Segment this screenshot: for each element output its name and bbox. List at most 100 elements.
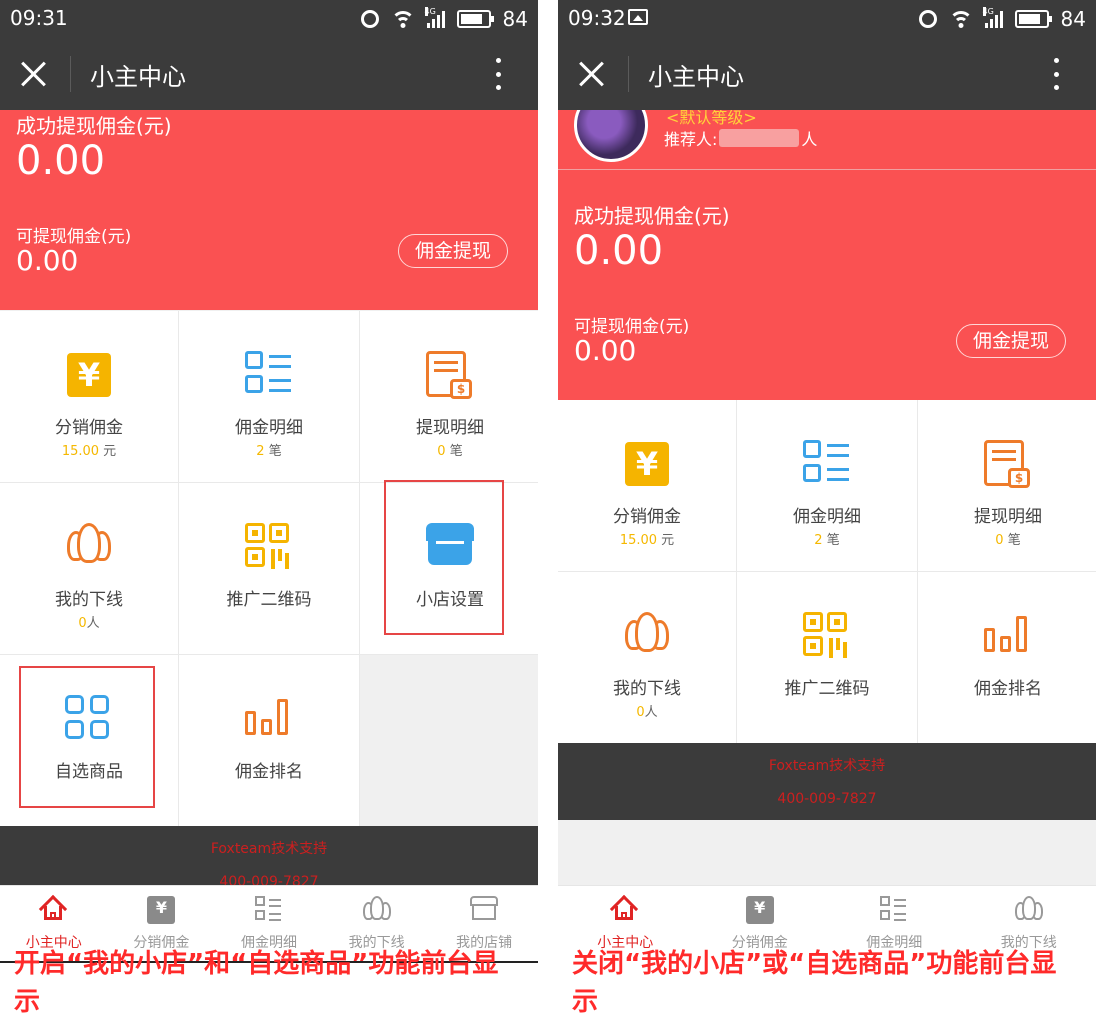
grid-item-withdraw-detail[interactable]: $ 提现明细 0 笔 (360, 311, 538, 482)
list-icon (803, 440, 851, 488)
function-grid: ¥ 分销佣金 15.00 元 佣金明细 2 笔 $ 提现明细 0 笔 我的下线 … (558, 400, 1096, 743)
referrer-suffix: 人 (801, 130, 818, 149)
grid-item-label: 分销佣金 (55, 418, 123, 438)
support-footer: Foxteam技术支持 400-009-7827 (558, 743, 1096, 820)
withdraw-document-icon: $ (984, 440, 1032, 488)
grid-item-label: 分销佣金 (613, 507, 681, 527)
yuan-icon: ¥ (623, 440, 671, 488)
highlight-box-shop-settings (384, 480, 504, 635)
scroll-content[interactable]: 成功提现佣金(元) 0.00 可提现佣金(元) 0.00 佣金提现 ¥ 分销佣金… (0, 110, 538, 885)
available-commission-value: 0.00 (16, 244, 79, 277)
support-text: Foxteam技术支持 (768, 758, 886, 774)
grid-item-label: 佣金排名 (974, 679, 1042, 699)
grid-item-label: 推广二维码 (226, 590, 312, 610)
grid-item-count: 0 笔 (995, 533, 1021, 548)
grid-item-label: 我的下线 (613, 679, 681, 699)
avatar[interactable] (574, 110, 648, 162)
more-menu-icon[interactable] (496, 58, 502, 90)
grid-item-label: 佣金排名 (235, 762, 303, 782)
grid-item-count: 2 笔 (814, 533, 840, 548)
people-icon (1014, 896, 1043, 924)
profile-header: <默认等级> 推荐人: 人 (558, 110, 1096, 170)
qrcode-icon (803, 612, 851, 660)
yuan-icon: ¥ (745, 896, 774, 924)
grid-item-distribution-commission[interactable]: ¥ 分销佣金 15.00 元 (558, 400, 736, 571)
wifi-icon (390, 10, 415, 28)
referrer-name-redacted (719, 129, 800, 147)
grid-item-distribution-commission[interactable]: ¥ 分销佣金 15.00 元 (0, 311, 178, 482)
people-icon (623, 612, 671, 660)
grid-item-label: 提现明细 (974, 507, 1042, 527)
grid-item-label: 佣金明细 (793, 507, 861, 527)
qrcode-icon (245, 523, 293, 571)
grid-item-withdraw-detail[interactable]: $ 提现明细 0 笔 (918, 400, 1096, 571)
divider (70, 56, 71, 92)
available-commission-value: 0.00 (574, 334, 637, 367)
withdraw-commission-button[interactable]: 佣金提现 (956, 324, 1066, 358)
grid-item-count: 15.00 元 (619, 533, 675, 548)
list-icon (245, 351, 293, 399)
withdraw-commission-button[interactable]: 佣金提现 (398, 234, 508, 268)
grid-item-my-downline[interactable]: 我的下线 0人 (0, 483, 178, 654)
grid-item-label: 提现明细 (416, 418, 484, 438)
alarm-icon (360, 10, 379, 28)
status-bar: 09:31 4G 84 (0, 0, 538, 38)
people-icon (65, 523, 113, 571)
commission-card: 成功提现佣金(元) 0.00 可提现佣金(元) 0.00 佣金提现 (558, 170, 1096, 400)
success-withdraw-value: 0.00 (16, 138, 106, 184)
grid-item-label: 推广二维码 (784, 679, 870, 699)
grid-item-label: 我的下线 (55, 590, 123, 610)
shop-icon (470, 896, 499, 924)
divider (628, 56, 629, 92)
yuan-icon: ¥ (147, 896, 176, 924)
highlight-box-select-goods (19, 666, 155, 808)
grid-item-my-downline[interactable]: 我的下线 0人 (558, 572, 736, 743)
referrer-label: 推荐人: (664, 130, 718, 149)
commission-card: 成功提现佣金(元) 0.00 可提现佣金(元) 0.00 佣金提现 (0, 110, 538, 310)
yuan-icon: ¥ (65, 351, 113, 399)
title-bar: 小主中心 (558, 38, 1096, 110)
close-icon[interactable] (20, 60, 48, 88)
bar-chart-icon (245, 695, 293, 743)
grid-item-count: 15.00 元 (61, 444, 117, 459)
withdraw-document-icon: $ (426, 351, 474, 399)
support-footer: Foxteam技术支持 400-009-7827 (0, 826, 538, 885)
image-notification-icon (628, 9, 648, 25)
home-icon (611, 896, 639, 924)
grid-item-promo-qrcode[interactable]: 推广二维码 (179, 483, 359, 654)
phone-screenshot-right: 09:32 4G 84 小主中心 <默认等级> 推荐人: 人 成功提现佣金(元) (558, 0, 1096, 1020)
battery-icon (456, 10, 494, 28)
home-icon (40, 896, 68, 924)
close-icon[interactable] (578, 60, 606, 88)
signal-icon: 4G (982, 7, 1003, 28)
battery-level: 84 (502, 7, 528, 31)
more-menu-icon[interactable] (1054, 58, 1060, 90)
signal-icon: 4G (424, 7, 445, 28)
page-title: 小主中心 (648, 63, 744, 91)
grid-item-count: 0 笔 (437, 444, 463, 459)
support-phone: 400-009-7827 (777, 791, 877, 807)
grid-item-commission-ranking[interactable]: 佣金排名 (179, 655, 359, 826)
status-time: 09:31 (10, 6, 68, 30)
status-time: 09:32 (568, 6, 626, 30)
grid-item-count: 2 笔 (256, 444, 282, 459)
referrer-info: 推荐人: 人 (664, 126, 817, 150)
support-text: Foxteam技术支持 (210, 841, 328, 857)
grid-item-label: 佣金明细 (235, 418, 303, 438)
scroll-content[interactable]: <默认等级> 推荐人: 人 成功提现佣金(元) 0.00 可提现佣金(元) 0.… (558, 110, 1096, 885)
function-grid: ¥ 分销佣金 15.00 元 佣金明细 2 笔 $ 提现明细 0 笔 我的下线 … (0, 311, 538, 826)
annotation-caption: 关闭“我的小店”或“自选商品”功能前台显示 (572, 949, 1057, 1017)
grid-item-commission-detail[interactable]: 佣金明细 2 笔 (737, 400, 917, 571)
status-bar: 09:32 4G 84 (558, 0, 1096, 38)
list-icon (254, 896, 283, 924)
title-bar: 小主中心 (0, 38, 538, 110)
alarm-icon (918, 10, 937, 28)
success-withdraw-value: 0.00 (574, 228, 664, 274)
bar-chart-icon (984, 612, 1032, 660)
people-icon (362, 896, 391, 924)
grid-item-commission-ranking[interactable]: 佣金排名 (918, 572, 1096, 743)
phone-screenshot-left: 09:31 4G 84 小主中心 成功提现佣金(元) 0.00 可提现佣金(元)… (0, 0, 538, 1020)
success-withdraw-label: 成功提现佣金(元) (574, 204, 730, 228)
grid-item-promo-qrcode[interactable]: 推广二维码 (737, 572, 917, 743)
grid-item-commission-detail[interactable]: 佣金明细 2 笔 (179, 311, 359, 482)
